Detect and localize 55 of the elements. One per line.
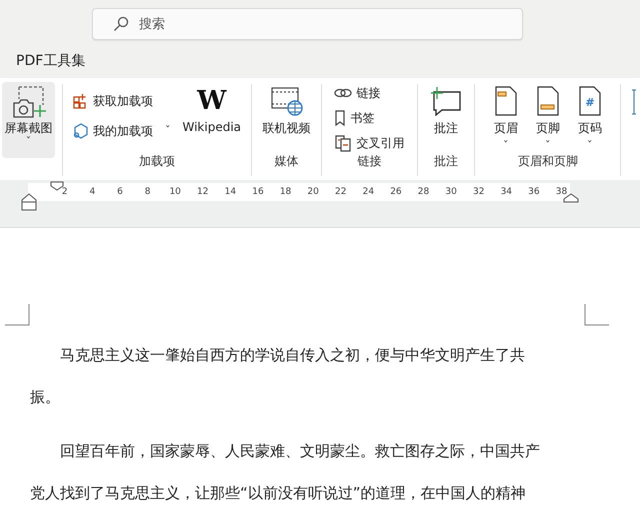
bookmark-icon — [334, 110, 346, 126]
menu-tab[interactable]: PDF工具集 — [16, 52, 86, 70]
ruler-number: 10 — [168, 186, 182, 199]
group-label: 批注 — [433, 153, 460, 170]
group-label: 加载项 — [138, 153, 176, 170]
page-footer-icon — [536, 86, 560, 116]
ruler-number: 14 — [224, 186, 238, 199]
left-indent-marker[interactable] — [21, 193, 37, 211]
right-indent-marker[interactable] — [563, 193, 579, 203]
ruler-number: 4 — [88, 186, 96, 199]
ruler-number: 26 — [389, 186, 403, 199]
comment-plus-icon — [430, 86, 462, 116]
ruler-number: 2 — [60, 186, 69, 199]
ruler-number: 32 — [472, 186, 486, 199]
ruler-number: 20 — [306, 186, 320, 199]
page-header-icon — [494, 86, 518, 116]
search-placeholder: 搜索 — [139, 16, 165, 33]
body-paragraph: 回望百年前，国家蒙辱、人民蒙难、文明蒙尘。救亡图存之际，中国共产 党人找到了马克思主义，让那些“以前没有听说过”的道理，在中国人的精神 — [30, 441, 541, 504]
ribbon-button[interactable]: 获取加载项 — [72, 92, 170, 110]
ruler-number: 8 — [144, 186, 152, 199]
ribbon-button[interactable]: 批注 — [430, 84, 462, 153]
ruler-number: 18 — [278, 186, 292, 199]
ruler-number: 28 — [416, 186, 430, 199]
video-globe-icon — [270, 86, 303, 116]
ruler-number: 30 — [444, 186, 458, 199]
ribbon-button[interactable]: 书签 — [334, 109, 404, 127]
ribbon-button[interactable]: 交叉引用 — [334, 134, 404, 152]
ruler-number: 36 — [527, 186, 541, 199]
ruler-number: 6 — [116, 186, 124, 199]
ribbon-button[interactable]: 联机视频 — [262, 84, 311, 153]
body-paragraph: 马克思主义这一肇始自西方的学说自传入之初，便与中华文明产生了共 振。 — [30, 345, 526, 408]
link-icon — [334, 87, 352, 99]
ruler-number: 22 — [334, 186, 348, 199]
ribbon-button[interactable]: 页脚 ˇ — [536, 84, 560, 153]
ribbon-button[interactable]: 我的加载项 ˇ — [72, 122, 170, 140]
ribbon-button[interactable]: # 页码 ˇ — [578, 84, 602, 153]
group-label: 媒体 — [274, 153, 300, 170]
group-label: 链接 — [356, 153, 382, 170]
margin-corner-mark — [5, 304, 30, 326]
ribbon-button[interactable]: 链接 — [334, 84, 404, 102]
cross-reference-icon — [334, 134, 352, 152]
page-number-icon: # — [578, 86, 602, 116]
margin-corner-mark — [584, 304, 609, 326]
ruler-number: 16 — [251, 186, 265, 199]
search-field[interactable]: 搜索 — [92, 8, 523, 40]
group-label: 页眉和页脚 — [516, 153, 579, 170]
ruler-number: 12 — [196, 186, 210, 199]
search-icon — [113, 16, 129, 32]
ruler-number: 34 — [500, 186, 514, 199]
ruler-number: 38 — [554, 186, 568, 199]
screenshot-button[interactable]: 屏幕截图 ˇ — [2, 82, 55, 158]
wikipedia-button[interactable]: W Wikipedia — [182, 84, 242, 153]
ruler-number: 24 — [362, 186, 376, 199]
ribbon-button[interactable]: 页眉 ˇ — [494, 84, 518, 153]
hexagon-icon — [72, 123, 89, 139]
